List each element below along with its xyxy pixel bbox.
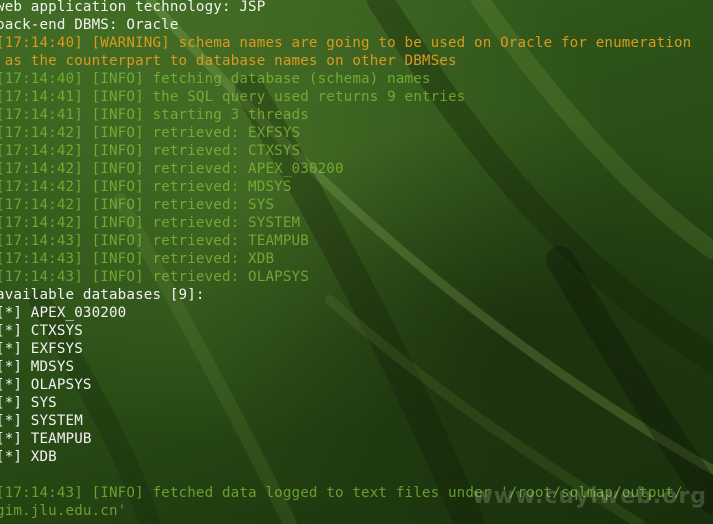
terminal-line: [17:14:42] [INFO] retrieved: SYS	[0, 197, 275, 213]
terminal-line: [17:14:42] [INFO] retrieved: CTXSYS	[0, 143, 301, 159]
terminal-output: web application technology: JSP back-end …	[0, 0, 713, 520]
terminal-line: [17:14:43] [INFO] retrieved: TEAMPUB	[0, 233, 309, 249]
terminal-line: [17:14:41] [INFO] the SQL query used ret…	[0, 89, 466, 105]
terminal-line: as the counterpart to database names on …	[0, 53, 457, 69]
terminal-line: [17:14:43] [INFO] retrieved: OLAPSYS	[0, 269, 309, 285]
terminal-line: [17:14:41] [INFO] starting 3 threads	[0, 107, 309, 123]
terminal-line: [17:14:40] [WARNING] schema names are go…	[0, 35, 692, 51]
terminal-line: [*] SYS	[0, 395, 57, 411]
terminal-line: [*] APEX_030200	[0, 305, 127, 321]
terminal-line: [*] TEAMPUB	[0, 431, 92, 447]
terminal-line: [*] CTXSYS	[0, 323, 83, 339]
terminal-line: [*] MDSYS	[0, 359, 75, 375]
terminal-line: [17:14:43] [INFO] retrieved: XDB	[0, 251, 275, 267]
terminal-line: back-end DBMS: Oracle	[0, 17, 179, 33]
watermark-text: www.cuyiweb.org	[472, 484, 707, 509]
terminal-line: [17:14:42] [INFO] retrieved: MDSYS	[0, 179, 292, 195]
terminal-line: [*] SYSTEM	[0, 413, 83, 429]
terminal-line: [17:14:40] [INFO] fetching database (sch…	[0, 71, 431, 87]
terminal-line: [17:14:42] [INFO] retrieved: APEX_030200	[0, 161, 344, 177]
terminal-line: available databases [9]:	[0, 287, 205, 303]
terminal-line: [17:14:42] [INFO] retrieved: SYSTEM	[0, 215, 301, 231]
terminal-line: web application technology: JSP	[0, 0, 266, 15]
terminal-line: [*] OLAPSYS	[0, 377, 92, 393]
terminal-line: [*] XDB	[0, 449, 57, 465]
terminal-line: [*] EXFSYS	[0, 341, 83, 357]
terminal-line: [17:14:42] [INFO] retrieved: EXFSYS	[0, 125, 301, 141]
